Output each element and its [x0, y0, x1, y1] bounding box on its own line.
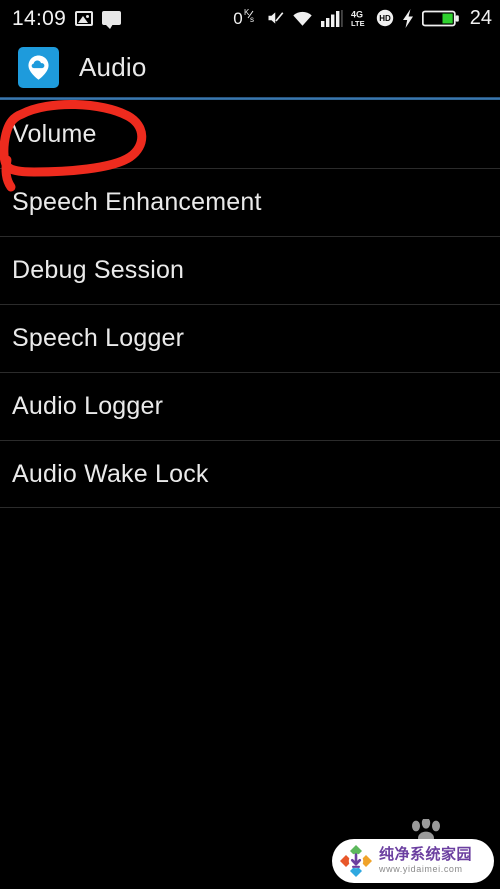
list-item-speech-enhancement[interactable]: Speech Enhancement — [0, 168, 500, 236]
hd-voice-icon: HD — [376, 9, 393, 27]
message-icon — [102, 11, 122, 29]
download-diamond-logo — [340, 845, 372, 877]
list-item-audio-wake-lock[interactable]: Audio Wake Lock — [0, 440, 500, 508]
site-watermark: 纯净系统家园 www.yidaimei.com — [332, 817, 494, 883]
watermark-site-name: 纯净系统家园 — [379, 845, 473, 864]
status-bar-left: 14:09 — [12, 6, 122, 30]
settings-list: Volume Speech Enhancement Debug Session … — [0, 100, 500, 508]
location-pin-cloud-icon — [28, 55, 49, 80]
list-item-label: Debug Session — [12, 256, 185, 284]
svg-text:4G: 4G — [351, 10, 363, 20]
svg-text:LTE: LTE — [351, 19, 365, 27]
battery-icon — [421, 10, 459, 26]
data-rate-value: 0 — [233, 9, 243, 28]
audio-app-icon — [18, 46, 59, 88]
photo-icon — [75, 10, 94, 26]
list-item-label: Audio Logger — [12, 392, 164, 420]
signal-bars-icon — [320, 9, 343, 27]
watermark-site-url: www.yidaimei.com — [379, 863, 463, 874]
status-bar-right: 0 K s 4G LTE HD 24 — [233, 7, 492, 30]
app-header: Audio — [0, 36, 500, 98]
svg-text:s: s — [250, 15, 254, 24]
svg-text:HD: HD — [379, 14, 391, 23]
battery-percent-label: 24 — [469, 6, 492, 29]
data-rate-indicator: 0 K s — [233, 7, 256, 29]
list-item-label: Audio Wake Lock — [12, 459, 209, 488]
list-item-audio-logger[interactable]: Audio Logger — [0, 372, 500, 440]
mute-icon — [268, 12, 284, 24]
list-item-label: Speech Enhancement — [12, 188, 262, 216]
page-title: Audio — [79, 51, 147, 82]
wifi-icon — [293, 11, 312, 26]
watermark-pill: 纯净系统家园 www.yidaimei.com — [332, 839, 494, 883]
list-item-speech-logger[interactable]: Speech Logger — [0, 304, 500, 372]
charging-bolt-icon — [402, 8, 413, 28]
status-bar: 14:09 0 K s 4G LTE HD 24 — [0, 0, 500, 36]
watermark-text: 纯净系统家园 www.yidaimei.com — [379, 845, 473, 875]
list-item-label: Volume — [12, 119, 97, 148]
status-clock: 14:09 — [12, 6, 67, 30]
list-item-label: Speech Logger — [12, 324, 185, 352]
list-item-debug-session[interactable]: Debug Session — [0, 236, 500, 304]
phone-screen: 14:09 0 K s 4G LTE HD 24 Audio Volume Sp… — [0, 0, 500, 889]
network-4g-lte-icon: 4G LTE — [351, 10, 365, 28]
list-item-volume[interactable]: Volume — [0, 100, 500, 168]
data-rate-unit-icon: K s — [244, 8, 254, 24]
